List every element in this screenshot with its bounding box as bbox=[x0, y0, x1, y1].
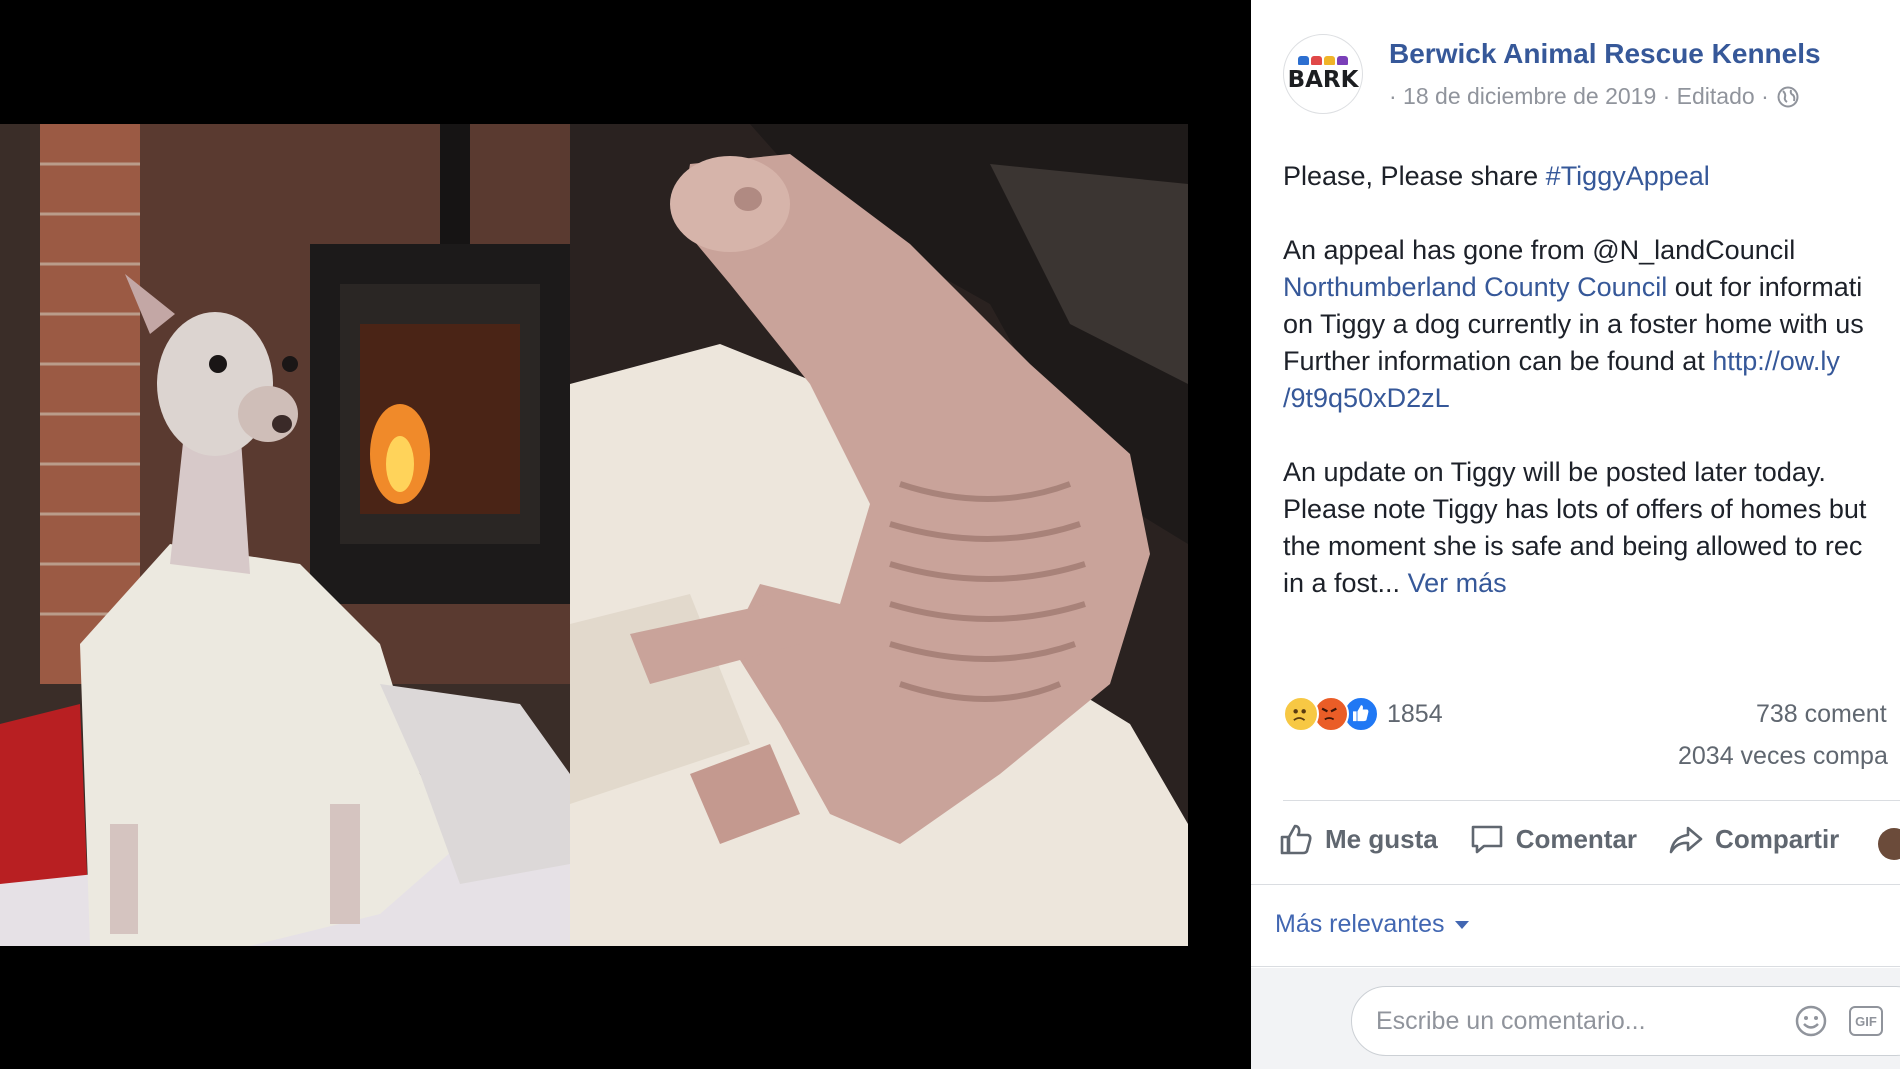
comment-label: Comentar bbox=[1515, 823, 1638, 854]
post-line: An update on Tiggy will be posted later … bbox=[1283, 457, 1826, 487]
like-label: Me gusta bbox=[1325, 823, 1438, 854]
post-actions: Me gusta Comentar Compartir bbox=[1277, 820, 1869, 858]
logo-paws bbox=[1298, 55, 1348, 65]
share-button[interactable]: Compartir bbox=[1667, 820, 1839, 858]
post-line: Please note Tiggy has lots of offers of … bbox=[1283, 494, 1867, 524]
comment-placeholder: Escribe un comentario... bbox=[1376, 1006, 1646, 1035]
post-text: Please, Please share #TiggyAppeal An app… bbox=[1283, 158, 1900, 602]
see-more-link[interactable]: Ver más bbox=[1408, 568, 1507, 598]
post-line: An appeal has gone from @N_landCouncil bbox=[1283, 235, 1796, 265]
comment-icon bbox=[1471, 825, 1502, 854]
page-name-link[interactable]: Berwick Animal Rescue Kennels bbox=[1389, 38, 1821, 70]
post-photo[interactable] bbox=[0, 124, 1188, 946]
post-line: Further information can be found at http… bbox=[1283, 343, 1900, 380]
gif-icon[interactable]: GIF bbox=[1849, 1006, 1883, 1036]
url-link-continued[interactable]: /9t9q50xD2zL bbox=[1283, 383, 1450, 413]
photo-dog-on-blanket bbox=[570, 124, 1188, 946]
logo-text: BARK bbox=[1287, 66, 1359, 93]
emoji-icon[interactable] bbox=[1793, 1003, 1829, 1039]
post-meta: · 18 de diciembre de 2019 · Editado · bbox=[1389, 83, 1821, 110]
comment-button[interactable]: Comentar bbox=[1468, 820, 1637, 858]
url-link[interactable]: http://ow.ly bbox=[1712, 346, 1840, 376]
divider bbox=[1251, 966, 1900, 967]
thumbs-up-icon bbox=[1280, 824, 1312, 855]
sort-label: Más relevantes bbox=[1275, 910, 1445, 938]
globe-icon[interactable] bbox=[1777, 86, 1799, 108]
comments-count-link[interactable]: 738 coment bbox=[1756, 700, 1887, 729]
shares-count-link[interactable]: 2034 veces compa bbox=[1678, 742, 1888, 771]
divider bbox=[1251, 884, 1900, 885]
post-line: Northumberland County Council out for in… bbox=[1283, 269, 1900, 306]
share-icon bbox=[1669, 826, 1703, 854]
text-segment: Further information can be found at bbox=[1283, 346, 1713, 376]
photo-viewer bbox=[0, 0, 1251, 1069]
divider bbox=[1283, 800, 1900, 801]
hashtag-link[interactable]: #TiggyAppeal bbox=[1546, 161, 1710, 191]
post-date[interactable]: · 18 de diciembre de 2019 · Editado · bbox=[1389, 83, 1769, 110]
post-header: BARK Berwick Animal Rescue Kennels · 18 … bbox=[1283, 34, 1821, 114]
post-line: /9t9q50xD2zL bbox=[1283, 380, 1900, 417]
share-label: Compartir bbox=[1715, 823, 1840, 854]
comment-composer-area: Escribe un comentario... GIF bbox=[1251, 968, 1900, 1069]
like-button[interactable]: Me gusta bbox=[1277, 820, 1438, 858]
caret-down-icon bbox=[1454, 920, 1469, 929]
post-line: in a fost... Ver más bbox=[1283, 565, 1900, 602]
council-link[interactable]: Northumberland County Council bbox=[1283, 272, 1667, 302]
post-line: on Tiggy a dog currently in a foster hom… bbox=[1283, 309, 1864, 339]
photo-dog-by-fireplace bbox=[0, 124, 570, 946]
post-line: Please, Please share #TiggyAppeal bbox=[1283, 158, 1900, 195]
page-avatar[interactable]: BARK bbox=[1283, 34, 1363, 114]
post-panel: BARK Berwick Animal Rescue Kennels · 18 … bbox=[1251, 0, 1900, 1069]
header-text: Berwick Animal Rescue Kennels · 18 de di… bbox=[1389, 34, 1821, 110]
sad-reaction-icon bbox=[1283, 696, 1319, 732]
viewer-avatar[interactable] bbox=[1878, 828, 1900, 860]
text-segment: Please, Please share bbox=[1283, 161, 1546, 191]
reaction-count: 1854 bbox=[1387, 699, 1443, 728]
comment-sort-dropdown[interactable]: Más relevantes bbox=[1275, 910, 1469, 939]
post-line: the moment she is safe and being allowed… bbox=[1283, 531, 1863, 561]
text-segment: out for informati bbox=[1667, 272, 1863, 302]
reactions-summary[interactable]: 1854 bbox=[1283, 696, 1443, 732]
text-segment: in a fost... bbox=[1283, 568, 1401, 598]
